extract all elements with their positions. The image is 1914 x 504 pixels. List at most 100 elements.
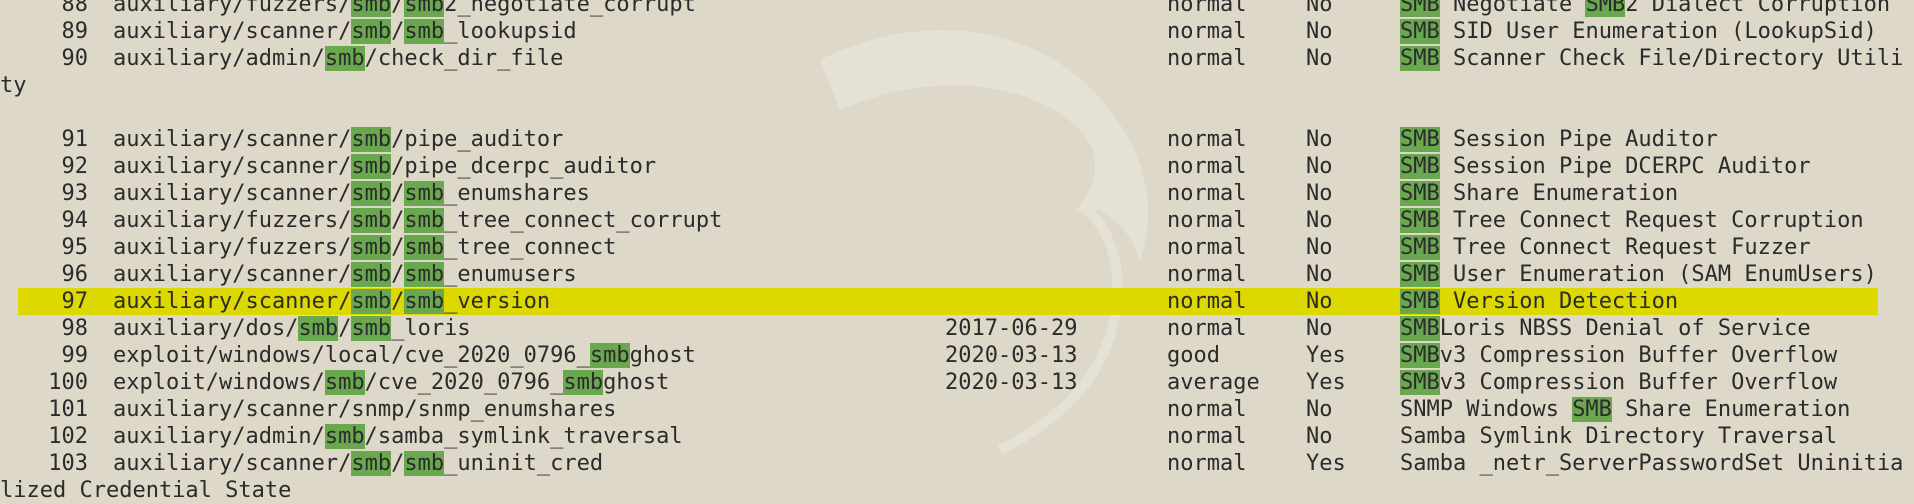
table-row[interactable]: 99 exploit/windows/local/cve_2020_0796_sm…	[0, 342, 1914, 369]
table-row[interactable]: 95 auxiliary/fuzzers/smb/smb_tree_connect…	[0, 234, 1914, 261]
search-match-highlight: smb	[351, 262, 392, 287]
search-match-highlight: smb	[404, 289, 445, 314]
text-segment: /	[391, 235, 405, 260]
module-number: 96	[61, 262, 89, 287]
text-segment: /	[391, 262, 405, 287]
module-name: auxiliary/scanner/smb/smb_enumshares	[113, 180, 590, 207]
search-match-highlight: smb	[351, 451, 392, 476]
text-segment: Samba Symlink Directory Traversal	[1400, 424, 1838, 449]
search-match-highlight: smb	[404, 208, 445, 233]
module-rank: normal	[1167, 46, 1247, 71]
table-row[interactable]: 96 auxiliary/scanner/smb/smb_enumusers nor…	[0, 261, 1914, 288]
search-match-highlight: SMB	[1400, 235, 1440, 260]
search-match-highlight: smb	[324, 370, 365, 395]
module-number: 93	[61, 181, 89, 206]
module-check: Yes	[1306, 343, 1346, 368]
search-match-highlight: smb	[351, 154, 392, 179]
text-segment: Share Enumeration	[1611, 397, 1851, 422]
search-match-highlight: SMB	[1400, 19, 1440, 44]
table-row[interactable]: 92 auxiliary/scanner/smb/pipe_dcerpc_audi…	[0, 153, 1914, 180]
search-match-highlight: SMB	[1400, 0, 1440, 17]
text-segment: auxiliary/scanner/	[113, 451, 352, 476]
text-segment: auxiliary/admin/	[113, 424, 325, 449]
wrapped-line[interactable]: lized Credential State	[0, 477, 1914, 504]
table-row[interactable]: 90 auxiliary/admin/smb/check_dir_file norm…	[0, 45, 1914, 72]
search-match-highlight: SMB	[1400, 208, 1440, 233]
module-description: SMB User Enumeration (SAM EnumUsers)	[1400, 261, 1877, 288]
search-match-highlight: smb	[351, 19, 392, 44]
module-description: SMB Version Detection	[1400, 288, 1678, 315]
module-name: auxiliary/scanner/snmp/snmp_enumshares	[113, 396, 616, 423]
wrapped-line[interactable]: ty	[0, 72, 1914, 99]
module-check: No	[1306, 424, 1333, 449]
text-segment: /	[338, 316, 352, 341]
module-name: auxiliary/admin/smb/check_dir_file	[113, 45, 563, 72]
table-row[interactable]: 94 auxiliary/fuzzers/smb/smb_tree_connect…	[0, 207, 1914, 234]
text-segment: _tree_connect_corrupt	[444, 208, 723, 233]
text-segment: /pipe_auditor	[391, 127, 564, 152]
search-match-highlight: smb	[351, 316, 392, 341]
module-number: 99	[61, 343, 89, 368]
module-description: SMB Negotiate SMB2 Dialect Corruption	[1400, 0, 1890, 18]
module-rank: normal	[1167, 262, 1247, 287]
text-segment: 2_negotiate_corrupt	[444, 0, 696, 17]
text-segment: Negotiate	[1439, 0, 1586, 17]
table-row[interactable]: 102 auxiliary/admin/smb/samba_symlink_tra…	[0, 423, 1914, 450]
search-match-highlight: SMB	[1400, 154, 1440, 179]
text-segment: v3 Compression Buffer Overflow	[1439, 343, 1838, 368]
table-row[interactable]: 89 auxiliary/scanner/smb/smb_lookupsid nor…	[0, 18, 1914, 45]
search-match-highlight: SMB	[1400, 127, 1440, 152]
text-segment: _version	[444, 289, 551, 314]
text-segment: _tree_connect	[444, 235, 617, 260]
table-row[interactable]: 98 auxiliary/dos/smb/smb_loris 2017-06-29 n…	[0, 315, 1914, 342]
module-check: No	[1306, 208, 1333, 233]
module-number: 88	[61, 0, 89, 17]
search-match-highlight: SMB	[1400, 289, 1440, 314]
module-name: auxiliary/scanner/smb/pipe_auditor	[113, 126, 563, 153]
module-description: SMB Session Pipe DCERPC Auditor	[1400, 153, 1811, 180]
text-segment: SNMP Windows	[1400, 397, 1573, 422]
module-check: No	[1306, 289, 1333, 314]
wrapped-text: lized Credential State	[0, 478, 292, 503]
table-row-selected[interactable]: 97 auxiliary/scanner/smb/smb_version norma…	[0, 288, 1914, 315]
table-row[interactable]: 91 auxiliary/scanner/smb/pipe_auditor norm…	[0, 126, 1914, 153]
module-description: SMB Tree Connect Request Fuzzer	[1400, 234, 1811, 261]
text-segment: auxiliary/fuzzers/	[113, 208, 352, 233]
module-check: No	[1306, 316, 1333, 341]
search-match-highlight: smb	[351, 0, 392, 17]
module-rank: normal	[1167, 181, 1247, 206]
text-segment: /	[391, 451, 405, 476]
search-match-highlight: SMB	[1400, 46, 1440, 71]
module-rank: normal	[1167, 127, 1247, 152]
module-rank: normal	[1167, 154, 1247, 179]
text-segment: /samba_symlink_traversal	[364, 424, 683, 449]
module-description: Samba _netr_ServerPasswordSet Uninitia	[1400, 450, 1903, 477]
module-description: Samba Symlink Directory Traversal	[1400, 423, 1837, 450]
search-match-highlight: SMB	[1400, 370, 1440, 395]
table-row[interactable]: 93 auxiliary/scanner/smb/smb_enumshares no…	[0, 180, 1914, 207]
table-row[interactable]: 103 auxiliary/scanner/smb/smb_uninit_cred…	[0, 450, 1914, 477]
text-segment: v3 Compression Buffer Overflow	[1439, 370, 1838, 395]
table-row[interactable]: 88 auxiliary/fuzzers/smb/smb2_negotiate_c…	[0, 0, 1914, 18]
module-number: 92	[61, 154, 89, 179]
text-segment: auxiliary/scanner/	[113, 262, 352, 287]
module-rank: normal	[1167, 451, 1247, 476]
text-segment: /cve_2020_0796_	[364, 370, 564, 395]
terminal-output[interactable]: 88 auxiliary/fuzzers/smb/smb2_negotiate_c…	[0, 0, 1914, 503]
module-description: SMB Share Enumeration	[1400, 180, 1678, 207]
module-name: auxiliary/scanner/smb/smb_enumusers	[113, 261, 577, 288]
text-segment: _enumusers	[444, 262, 577, 287]
table-row[interactable]: 101 auxiliary/scanner/snmp/snmp_enumshare…	[0, 396, 1914, 423]
search-match-highlight: smb	[351, 208, 392, 233]
module-description: SMB Session Pipe Auditor	[1400, 126, 1718, 153]
module-name: auxiliary/scanner/smb/smb_uninit_cred	[113, 450, 603, 477]
text-segment: exploit/windows/	[113, 370, 325, 395]
module-check: No	[1306, 19, 1333, 44]
text-segment: auxiliary/scanner/	[113, 154, 352, 179]
text-segment: auxiliary/scanner/snmp/snmp_enumshares	[113, 397, 617, 422]
module-number: 94	[61, 208, 89, 233]
module-check: No	[1306, 0, 1333, 17]
module-description: SMBLoris NBSS Denial of Service	[1400, 315, 1811, 342]
table-row[interactable]: 100 exploit/windows/smb/cve_2020_0796_smb…	[0, 369, 1914, 396]
